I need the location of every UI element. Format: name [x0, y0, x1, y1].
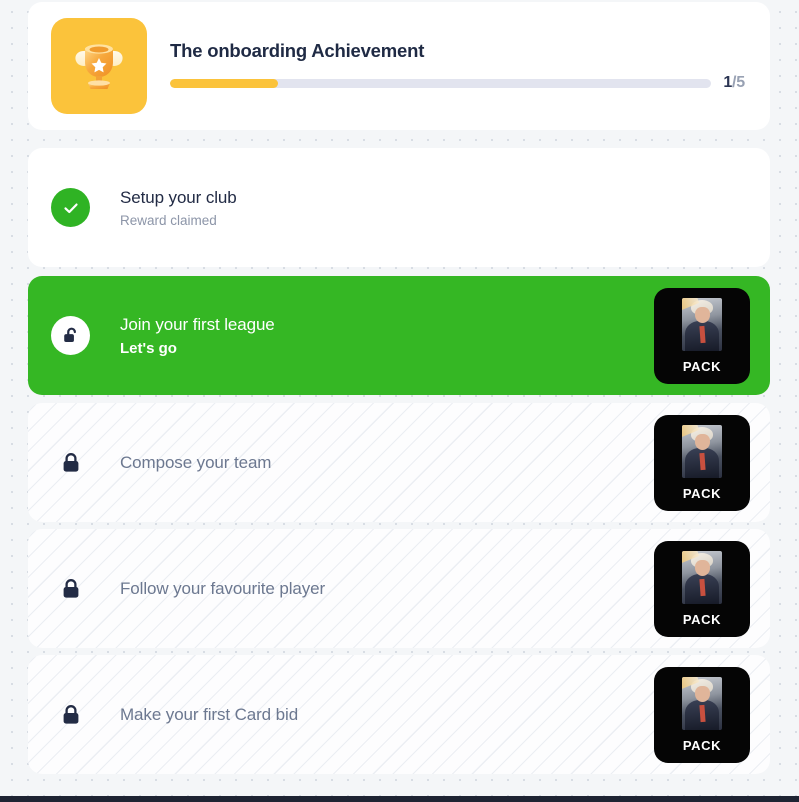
task-text: Compose your team: [90, 453, 654, 473]
pack-label: PACK: [682, 485, 722, 501]
pack-player-photo: [682, 550, 722, 604]
locked-padlock-icon: [63, 704, 78, 724]
task-status-icon: [51, 704, 90, 726]
pack-reward-card[interactable]: PACK: [654, 287, 750, 384]
pack-label: PACK: [682, 737, 722, 753]
progress-bar-track: [170, 78, 712, 88]
pack-player-photo: [682, 297, 722, 351]
progress-count: 1/5: [723, 74, 745, 92]
bottom-navigation-bar: [0, 796, 799, 802]
achievements-page: The onboarding Achievement 1/5 Setup you…: [0, 0, 799, 802]
progress-current: 1: [723, 74, 733, 91]
task-title: Setup your club: [120, 187, 237, 207]
locked-padlock-icon: [63, 452, 78, 472]
progress-bar-fill: [170, 78, 279, 88]
achievement-progress: 1/5: [170, 74, 745, 92]
task-status-icon: [51, 578, 90, 600]
task-subtitle: Reward claimed: [120, 212, 217, 228]
task-row-follow-your-favourite-player[interactable]: Follow your favourite player PACK: [28, 529, 770, 648]
task-text: Join your first league Let's go: [90, 315, 654, 357]
task-row-setup-your-club[interactable]: Setup your club Reward claimed: [28, 148, 770, 267]
check-circle-icon: [51, 188, 90, 227]
task-text: Setup your club Reward claimed: [90, 188, 760, 228]
task-title: Make your first Card bid: [120, 704, 299, 724]
pack-label: PACK: [682, 611, 722, 627]
pack-photo-face: [695, 306, 710, 323]
progress-total: /5: [732, 74, 745, 91]
pack-label: PACK: [682, 358, 722, 374]
task-text: Follow your favourite player: [90, 579, 654, 599]
achievement-summary-card: The onboarding Achievement 1/5: [28, 2, 770, 130]
locked-padlock-icon: [63, 578, 78, 598]
achievement-details: The onboarding Achievement 1/5: [147, 40, 770, 92]
task-title: Compose your team: [120, 452, 272, 472]
pack-photo-face: [695, 685, 710, 702]
pack-photo-face: [695, 433, 710, 450]
task-status-icon: [51, 452, 90, 474]
pack-reward-card[interactable]: PACK: [654, 666, 750, 763]
pack-photo-face: [695, 559, 710, 576]
trophy-icon: [51, 18, 147, 114]
task-row-make-your-first-card-bid[interactable]: Make your first Card bid PACK: [28, 655, 770, 774]
pack-reward-card[interactable]: PACK: [654, 414, 750, 511]
task-row-compose-your-team[interactable]: Compose your team PACK: [28, 403, 770, 522]
pack-player-photo: [682, 424, 722, 478]
task-status-icon: [51, 188, 90, 227]
task-row-join-your-first-league[interactable]: Join your first league Let's go PACK: [28, 276, 770, 395]
task-title: Join your first league: [120, 314, 275, 334]
unlocked-padlock-icon: [51, 316, 90, 355]
task-text: Make your first Card bid: [90, 705, 654, 725]
task-status-icon: [51, 316, 90, 355]
pack-reward-card[interactable]: PACK: [654, 540, 750, 637]
pack-player-photo: [682, 676, 722, 730]
task-subtitle: Let's go: [120, 339, 177, 357]
achievement-title: The onboarding Achievement: [170, 40, 425, 61]
task-title: Follow your favourite player: [120, 578, 326, 598]
